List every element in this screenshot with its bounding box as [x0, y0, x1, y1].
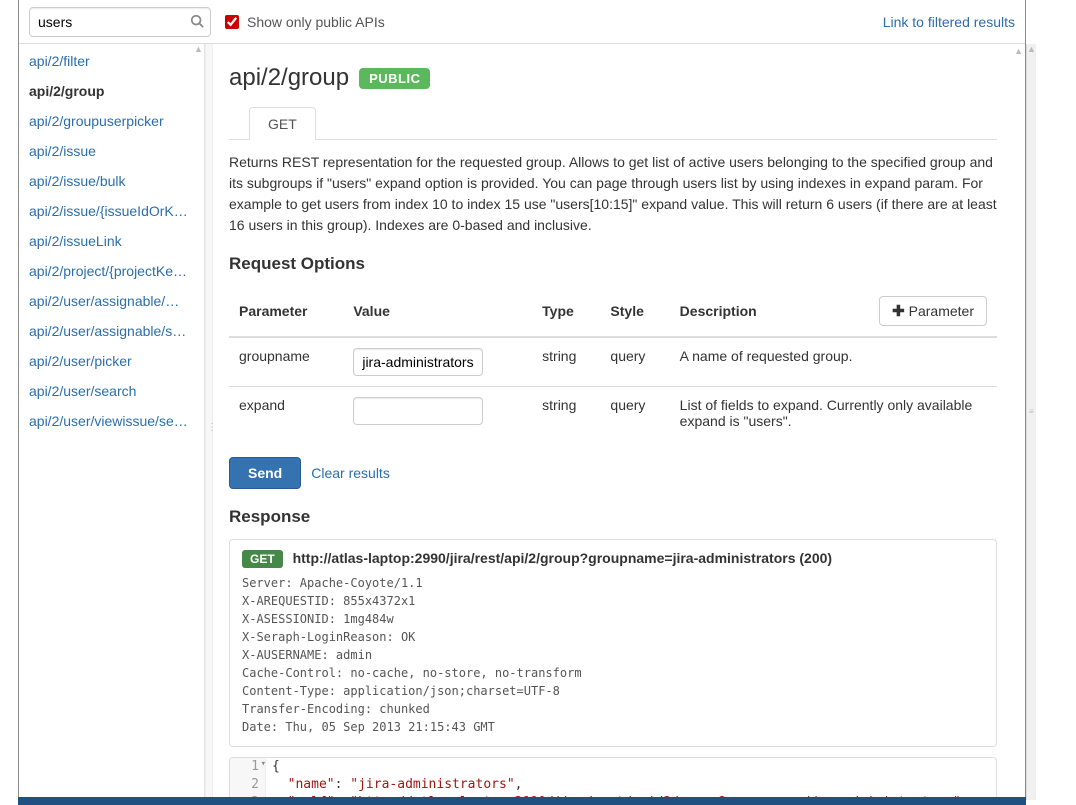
- tab-get[interactable]: GET: [249, 107, 316, 140]
- param-desc: List of fields to expand. Currently only…: [670, 387, 997, 440]
- sidebar-item-1[interactable]: api/2/group: [19, 76, 204, 106]
- topbar: Show only public APIs Link to filtered r…: [19, 0, 1025, 44]
- col-style: Style: [600, 286, 669, 337]
- sidebar-item-3[interactable]: api/2/issue: [19, 136, 204, 166]
- table-row: expand stringqueryList of fields to expan…: [229, 387, 997, 440]
- request-options-heading: Request Options: [229, 254, 997, 274]
- col-type: Type: [532, 286, 600, 337]
- sidebar: ▲ api/2/filterapi/2/groupapi/2/groupuser…: [19, 44, 205, 800]
- param-value-input-0[interactable]: [353, 348, 483, 376]
- sidebar-item-7[interactable]: api/2/project/{projectKe…: [19, 256, 204, 286]
- response-json: 1▾{ 2 "name": "jira-administrators", 3 "…: [229, 757, 997, 800]
- sidebar-item-12[interactable]: api/2/user/viewissue/se…: [19, 406, 204, 436]
- method-badge: GET: [242, 550, 283, 568]
- sidebar-item-2[interactable]: api/2/groupuserpicker: [19, 106, 204, 136]
- public-apis-checkbox-wrap[interactable]: Show only public APIs: [225, 14, 385, 30]
- right-scrollbar[interactable]: ▲ ≡: [1026, 44, 1036, 800]
- col-parameter: Parameter: [229, 286, 343, 337]
- add-parameter-label: Parameter: [909, 303, 974, 319]
- main-panel: ▲ api/2/group PUBLIC GET Returns REST re…: [213, 44, 1025, 800]
- response-box: GET http://atlas-laptop:2990/jira/rest/a…: [229, 539, 997, 747]
- search-input[interactable]: [29, 7, 211, 37]
- method-tabs: GET: [229, 106, 997, 140]
- response-url: http://atlas-laptop:2990/jira/rest/api/2…: [293, 550, 833, 566]
- sidebar-item-6[interactable]: api/2/issueLink: [19, 226, 204, 256]
- splitter-handle[interactable]: [205, 44, 213, 800]
- public-badge: PUBLIC: [359, 68, 430, 89]
- send-button[interactable]: Send: [229, 457, 301, 489]
- param-name: expand: [229, 387, 343, 440]
- param-type: string: [532, 387, 600, 440]
- parameters-table: Parameter Value Type Style Description ✚…: [229, 286, 997, 439]
- add-parameter-button[interactable]: ✚ Parameter: [879, 296, 987, 326]
- scroll-up-icon[interactable]: ▲: [1014, 46, 1023, 56]
- footer-bar: [18, 797, 1026, 805]
- col-description: Description: [670, 286, 811, 337]
- param-style: query: [600, 387, 669, 440]
- param-name: groupname: [229, 337, 343, 387]
- json-name-value: "jira-administrators": [350, 777, 514, 792]
- link-filtered-results[interactable]: Link to filtered results: [883, 14, 1015, 30]
- page-title: api/2/group PUBLIC: [229, 64, 997, 92]
- param-style: query: [600, 337, 669, 387]
- scroll-up-icon[interactable]: ▲: [194, 44, 204, 54]
- clear-results-link[interactable]: Clear results: [311, 465, 390, 481]
- col-value: Value: [343, 286, 532, 337]
- sidebar-item-9[interactable]: api/2/user/assignable/s…: [19, 316, 204, 346]
- param-value-input-1[interactable]: [353, 397, 483, 425]
- endpoint-description: Returns REST representation for the requ…: [229, 152, 997, 236]
- param-type: string: [532, 337, 600, 387]
- table-row: groupname stringqueryA name of requested …: [229, 337, 997, 387]
- plus-icon: ✚: [892, 302, 905, 320]
- sidebar-item-8[interactable]: api/2/user/assignable/…: [19, 286, 204, 316]
- sidebar-item-5[interactable]: api/2/issue/{issueIdOrK…: [19, 196, 204, 226]
- search-icon[interactable]: [190, 14, 204, 31]
- sidebar-item-10[interactable]: api/2/user/picker: [19, 346, 204, 376]
- response-headers: Server: Apache-Coyote/1.1 X-AREQUESTID: …: [242, 574, 984, 736]
- public-apis-checkbox[interactable]: [225, 15, 239, 29]
- response-heading: Response: [229, 507, 997, 527]
- endpoint-path: api/2/group: [229, 64, 349, 92]
- sidebar-item-0[interactable]: api/2/filter: [19, 46, 204, 76]
- sidebar-item-11[interactable]: api/2/user/search: [19, 376, 204, 406]
- public-apis-label: Show only public APIs: [247, 14, 385, 30]
- param-desc: A name of requested group.: [670, 337, 997, 387]
- sidebar-item-4[interactable]: api/2/issue/bulk: [19, 166, 204, 196]
